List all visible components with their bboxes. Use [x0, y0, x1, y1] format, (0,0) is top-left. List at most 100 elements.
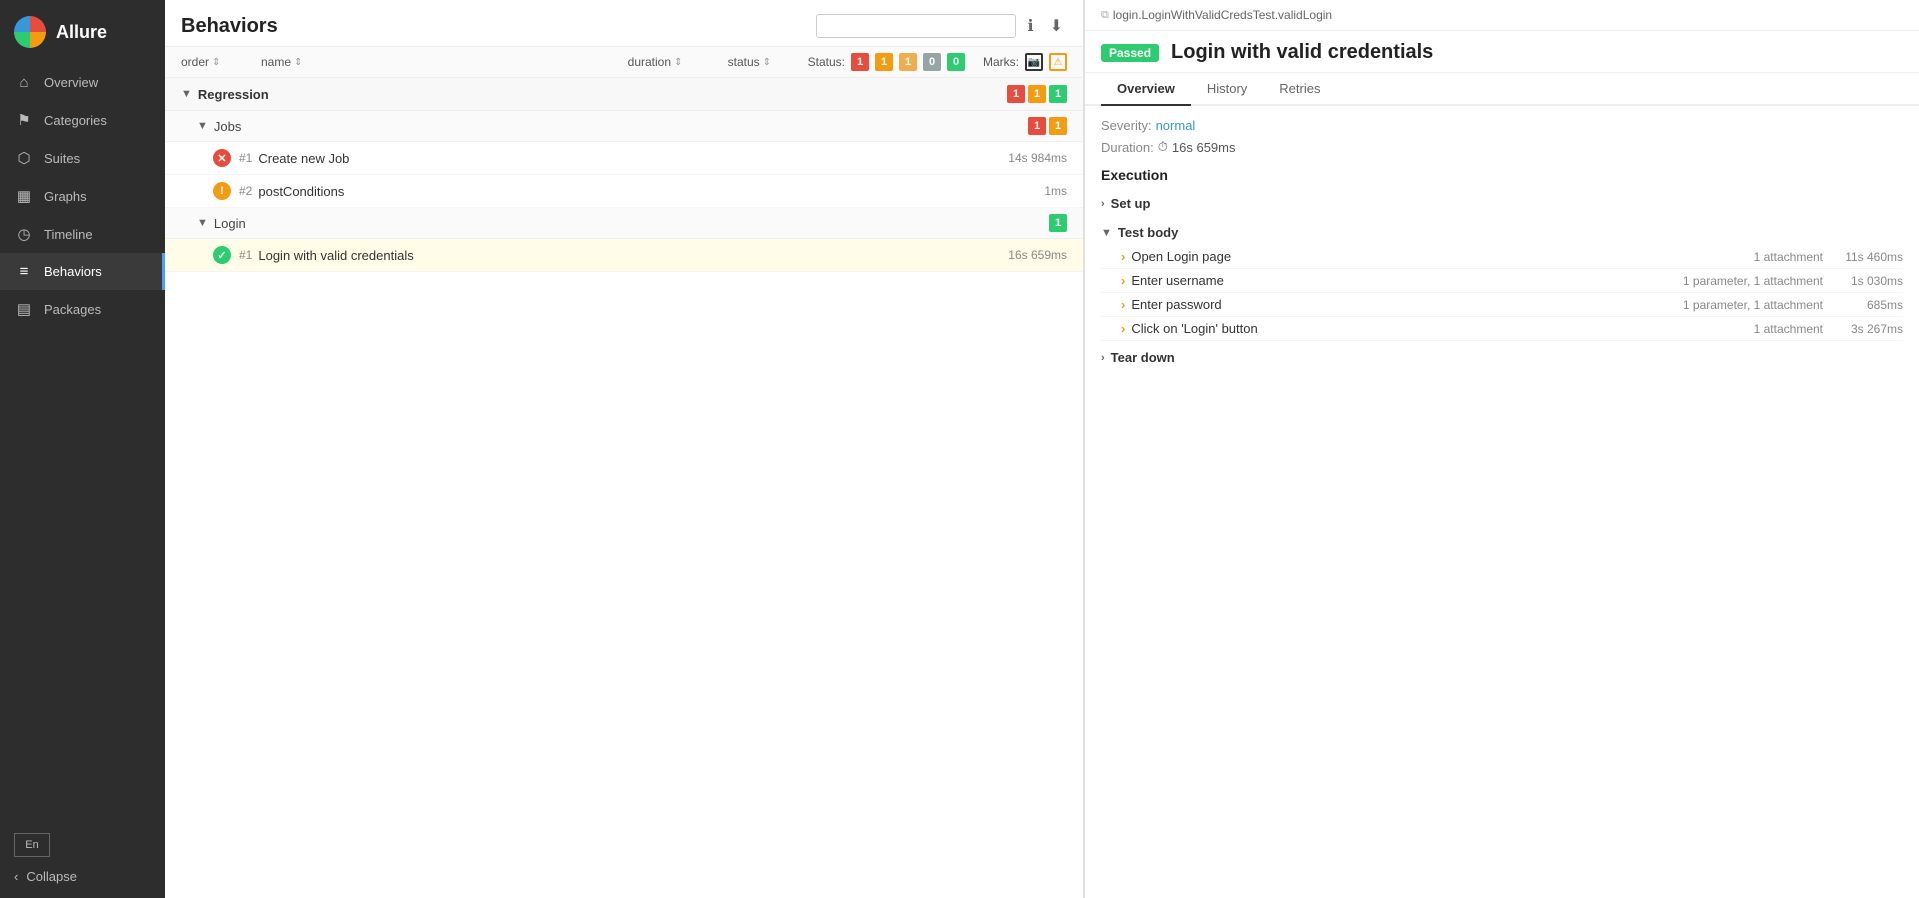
- language-button[interactable]: En: [14, 833, 50, 857]
- execution-heading: Execution: [1101, 167, 1903, 183]
- name-sort-icon: ⇕: [294, 57, 302, 68]
- categories-icon: ⚑: [14, 111, 34, 129]
- order-col-header[interactable]: order ⇕: [181, 55, 220, 69]
- test-warn-icon: !: [213, 182, 231, 200]
- step-meta: 1 attachment: [1754, 322, 1823, 336]
- status-badge-unknown: 1: [899, 53, 917, 71]
- name-col-header[interactable]: name ⇕: [261, 55, 302, 69]
- step-item[interactable]: › Open Login page 1 attachment 11s 460ms: [1101, 245, 1903, 269]
- duration-row: Duration: ⏱ 16s 659ms: [1101, 139, 1903, 155]
- teardown-label: Tear down: [1111, 350, 1175, 365]
- duration-col-header[interactable]: duration ⇕: [628, 55, 683, 69]
- severity-row: Severity: normal: [1101, 118, 1903, 133]
- setup-label: Set up: [1111, 196, 1151, 211]
- download-button[interactable]: ⬇: [1046, 14, 1067, 38]
- step-duration: 1s 030ms: [1823, 274, 1903, 288]
- regression-badges: 1 1 1: [1007, 85, 1067, 103]
- sidebar-label-graphs: Graphs: [44, 189, 87, 204]
- sidebar-item-suites[interactable]: ⬡ Suites: [0, 139, 165, 177]
- jobs-badges: 1 1: [1028, 117, 1067, 135]
- test-row[interactable]: ✕ #1 Create new Job 14s 984ms: [165, 142, 1083, 175]
- login-badges: 1: [1049, 214, 1067, 232]
- teardown-section-toggle[interactable]: › Tear down: [1101, 345, 1903, 370]
- jobs-badge-2: 1: [1049, 117, 1067, 135]
- step-chevron: ›: [1121, 273, 1125, 288]
- packages-icon: ▤: [14, 300, 34, 318]
- step-chevron: ›: [1121, 321, 1125, 336]
- test-list: ▼ Regression 1 1 1 ▼ Jobs 1 1 ✕: [165, 78, 1083, 898]
- tab-retries[interactable]: Retries: [1263, 73, 1336, 106]
- sidebar-item-behaviors[interactable]: ≡ Behaviors: [0, 253, 165, 290]
- detail-tabs: Overview History Retries: [1085, 73, 1919, 106]
- subgroup-jobs[interactable]: ▼ Jobs 1 1: [165, 111, 1083, 142]
- sidebar: Allure ⌂ Overview ⚑ Categories ⬡ Suites …: [0, 0, 165, 898]
- severity-label: Severity:: [1101, 118, 1152, 133]
- sidebar-item-categories[interactable]: ⚑ Categories: [0, 101, 165, 139]
- sidebar-item-packages[interactable]: ▤ Packages: [0, 290, 165, 328]
- allure-logo-icon: [14, 16, 46, 48]
- step-duration: 3s 267ms: [1823, 322, 1903, 336]
- test-name: Create new Job: [258, 151, 1008, 166]
- sidebar-bottom: En ‹ Collapse: [0, 823, 165, 898]
- test-num: #1: [239, 151, 252, 165]
- tab-overview[interactable]: Overview: [1101, 73, 1191, 106]
- regression-badge-1: 1: [1007, 85, 1025, 103]
- graphs-icon: ▦: [14, 187, 34, 205]
- step-item[interactable]: › Click on 'Login' button 1 attachment 3…: [1101, 317, 1903, 341]
- header-actions: ℹ ⬇: [816, 14, 1067, 38]
- mark-icon-camera: 📷: [1025, 53, 1043, 71]
- setup-section-toggle[interactable]: › Set up: [1101, 191, 1903, 216]
- sidebar-label-packages: Packages: [44, 302, 101, 317]
- status-badge-broken: 1: [875, 53, 893, 71]
- login-badge-1: 1: [1049, 214, 1067, 232]
- subgroup-login[interactable]: ▼ Login 1: [165, 208, 1083, 239]
- step-item[interactable]: › Enter username 1 parameter, 1 attachme…: [1101, 269, 1903, 293]
- test-row-selected[interactable]: ✓ #1 Login with valid credentials 16s 65…: [165, 239, 1083, 272]
- app-name: Allure: [56, 22, 107, 43]
- test-pass-icon: ✓: [213, 246, 231, 264]
- test-num: #2: [239, 184, 252, 198]
- detail-title-row: Passed Login with valid credentials: [1085, 31, 1919, 73]
- step-chevron: ›: [1121, 249, 1125, 264]
- search-input[interactable]: [816, 14, 1016, 38]
- status-col-header[interactable]: status ⇕: [728, 55, 771, 69]
- status-sort-icon: ⇕: [763, 57, 771, 68]
- tab-history[interactable]: History: [1191, 73, 1263, 106]
- sidebar-item-overview[interactable]: ⌂ Overview: [0, 64, 165, 101]
- step-meta: 1 parameter, 1 attachment: [1683, 298, 1823, 312]
- collapse-arrow-icon: ‹: [14, 869, 18, 884]
- behaviors-panel: Behaviors ℹ ⬇ order ⇕ name ⇕: [165, 0, 1084, 898]
- step-name: Click on 'Login' button: [1131, 321, 1747, 336]
- test-row[interactable]: ! #2 postConditions 1ms: [165, 175, 1083, 208]
- step-duration: 11s 460ms: [1823, 250, 1903, 264]
- test-duration: 16s 659ms: [1008, 248, 1067, 262]
- collapse-button[interactable]: ‹ Collapse: [14, 865, 151, 888]
- test-body-label: Test body: [1118, 225, 1178, 240]
- duration-col-label: duration: [628, 55, 671, 69]
- status-label: Status:: [808, 55, 845, 69]
- login-chevron: ▼: [197, 217, 208, 229]
- copy-icon: ⧉: [1101, 9, 1109, 22]
- test-duration: 14s 984ms: [1008, 151, 1067, 165]
- sidebar-label-suites: Suites: [44, 151, 80, 166]
- regression-badge-2: 1: [1028, 85, 1046, 103]
- status-badge-passed: 0: [947, 53, 965, 71]
- collapse-label: Collapse: [26, 869, 77, 884]
- login-label: Login: [214, 216, 246, 231]
- sidebar-label-behaviors: Behaviors: [44, 264, 102, 279]
- sidebar-item-graphs[interactable]: ▦ Graphs: [0, 177, 165, 215]
- info-button[interactable]: ℹ: [1024, 14, 1038, 38]
- test-name: Login with valid credentials: [258, 248, 1008, 263]
- test-body-section-toggle[interactable]: ▼ Test body: [1101, 220, 1903, 245]
- group-regression[interactable]: ▼ Regression 1 1 1: [165, 78, 1083, 111]
- step-name: Enter password: [1131, 297, 1677, 312]
- detail-panel: ⧉ login.LoginWithValidCredsTest.validLog…: [1084, 0, 1919, 898]
- test-num: #1: [239, 248, 252, 262]
- duration-value: 16s 659ms: [1172, 140, 1236, 155]
- order-sort-icon: ⇕: [212, 57, 220, 68]
- sidebar-item-timeline[interactable]: ◷ Timeline: [0, 215, 165, 253]
- jobs-chevron: ▼: [197, 120, 208, 132]
- suites-icon: ⬡: [14, 149, 34, 167]
- main-content: Behaviors ℹ ⬇ order ⇕ name ⇕: [165, 0, 1919, 898]
- step-item[interactable]: › Enter password 1 parameter, 1 attachme…: [1101, 293, 1903, 317]
